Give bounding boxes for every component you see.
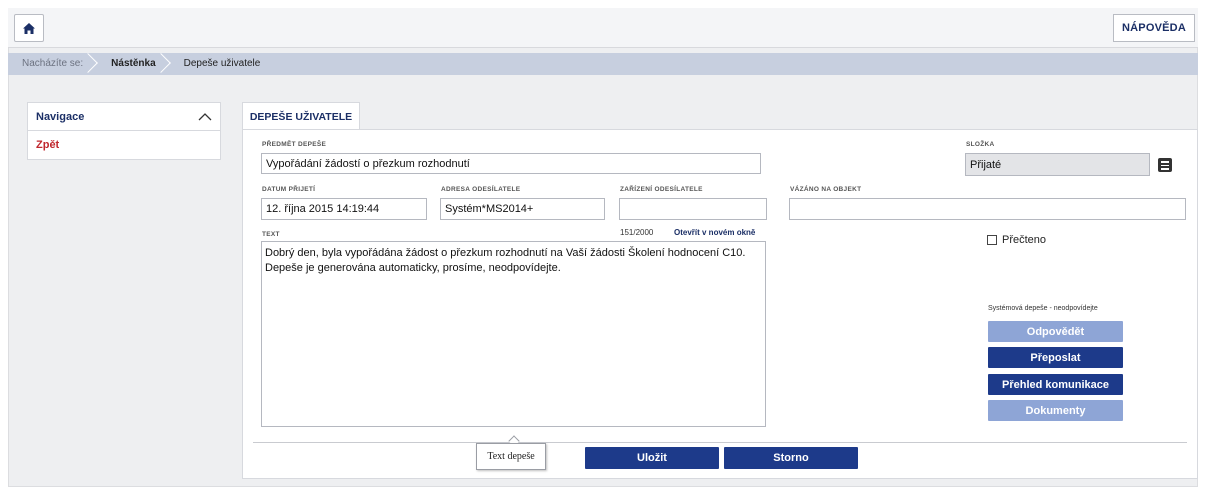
documents-button[interactable]: Dokumenty xyxy=(988,400,1123,421)
divider xyxy=(253,442,1187,443)
save-button[interactable]: Uložit xyxy=(585,447,719,469)
breadcrumb-text: Nacházíte se: xyxy=(22,58,84,69)
nav-item-back[interactable]: Zpět xyxy=(28,131,220,159)
communication-overview-button[interactable]: Přehled komunikace xyxy=(988,374,1123,395)
sender-device-label: ZAŘÍZENÍ ODESÍLATELE xyxy=(620,186,703,193)
breadcrumb: Nacházíte se: Nástěnka Depeše uživatele xyxy=(8,53,1198,75)
breadcrumb-item-current: Depeše uživatele xyxy=(170,53,275,75)
navigation-panel: Navigace Zpět xyxy=(27,102,221,160)
tooltip: Text depeše xyxy=(476,443,546,470)
navigation-header[interactable]: Navigace xyxy=(28,103,220,131)
breadcrumb-separator xyxy=(87,53,97,75)
reply-button[interactable]: Odpovědět xyxy=(988,321,1123,342)
forward-button[interactable]: Přeposlat xyxy=(988,347,1123,368)
breadcrumb-item-dashboard[interactable]: Nástěnka xyxy=(97,53,169,75)
read-checkbox[interactable] xyxy=(987,235,997,245)
breadcrumb-separator xyxy=(160,53,170,75)
help-button[interactable]: NÁPOVĚDA xyxy=(1113,14,1195,42)
folder-label: SLOŽKA xyxy=(966,141,995,148)
message-text-area[interactable]: Dobrý den, byla vypořádána žádost o přez… xyxy=(261,241,766,427)
character-counter: 151/2000 xyxy=(620,228,654,237)
bound-object-label: VÁZÁNO NA OBJEKT xyxy=(790,186,862,193)
subject-field[interactable]: Vypořádání žádostí o přezkum rozhodnutí xyxy=(261,153,761,174)
system-message-note: Systémová depeše - neodpovídejte xyxy=(988,305,1098,312)
chevron-up-icon[interactable] xyxy=(198,112,212,121)
date-field[interactable]: 12. října 2015 14:19:44 xyxy=(261,198,427,220)
top-bar xyxy=(8,8,1198,48)
bound-object-field[interactable] xyxy=(789,198,1186,220)
breadcrumb-location-label: Nacházíte se: xyxy=(8,53,97,75)
navigation-title: Navigace xyxy=(36,110,85,123)
sender-address-label: ADRESA ODESÍLATELE xyxy=(441,186,521,193)
breadcrumb-text: Depeše uživatele xyxy=(183,58,261,69)
sender-device-field[interactable] xyxy=(619,198,767,220)
date-label: DATUM PŘIJETÍ xyxy=(262,186,316,193)
open-in-new-window-link[interactable]: Otevřít v novém okně xyxy=(674,228,755,237)
breadcrumb-text: Nástěnka xyxy=(111,58,156,69)
home-button[interactable] xyxy=(14,14,44,42)
home-icon xyxy=(23,22,35,34)
cancel-button[interactable]: Storno xyxy=(724,447,858,469)
folder-field[interactable]: Přijaté xyxy=(965,153,1150,176)
text-label: TEXT xyxy=(262,231,280,238)
read-checkbox-label: Přečteno xyxy=(1002,234,1047,246)
sender-address-field[interactable]: Systém*MS2014+ xyxy=(440,198,605,220)
tab-user-messages[interactable]: DEPEŠE UŽIVATELE xyxy=(242,102,360,130)
subject-label: PŘEDMĚT DEPEŠE xyxy=(262,141,327,148)
read-checkbox-group[interactable]: Přečteno xyxy=(987,234,1046,246)
list-menu-icon[interactable] xyxy=(1158,158,1172,172)
